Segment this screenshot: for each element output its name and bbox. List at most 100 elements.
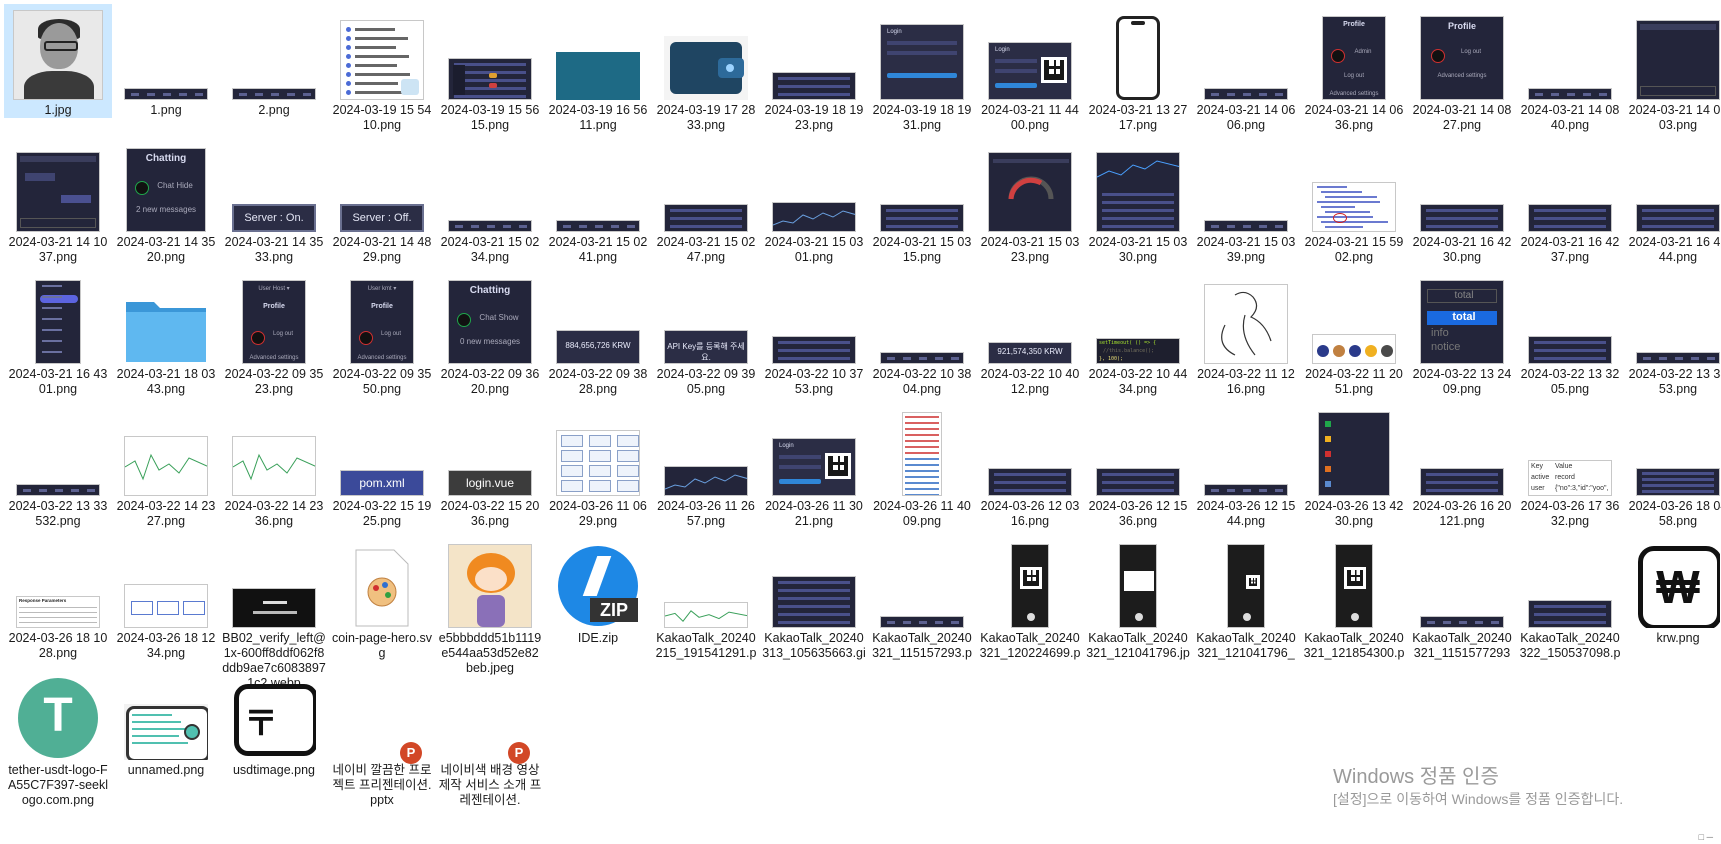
file-item[interactable]: KakaoTalk_20240215_191541291.png (652, 532, 760, 661)
file-item[interactable]: unnamed.png (112, 664, 220, 778)
file-item[interactable]: Server : On. 2024-03-21 14 35 33.png (220, 136, 328, 265)
file-item[interactable]: Response Parameters 2024-03-26 18 10 28.p… (4, 532, 112, 661)
file-item[interactable]: 2024-03-22 11 12 16.png (1192, 268, 1300, 397)
file-item[interactable]: 2024-03-21 15 03 15.png (868, 136, 976, 265)
file-item[interactable]: 2024-03-21 15 02 47.png (652, 136, 760, 265)
file-name-label: 2024-03-21 14 08 27.png (1412, 103, 1512, 132)
file-item[interactable]: 2024-03-26 11 40 09.png (868, 400, 976, 529)
file-item[interactable]: 2024-03-26 18 12 34.png (112, 532, 220, 661)
file-item[interactable]: 2024-03-26 11 06 29.png (544, 400, 652, 529)
file-item[interactable]: P 네이비색 배경 영상제작 서비스 소개 프레젠테이션. (436, 664, 544, 808)
file-item[interactable]: 1.png (112, 4, 220, 118)
file-item[interactable]: 2024-03-22 10 37 53.png (760, 268, 868, 397)
file-item[interactable]: KakaoTalk_20240321_11515772932.png (1408, 532, 1516, 661)
file-item[interactable]: 2024-03-21 15 03 39.png (1192, 136, 1300, 265)
file-item[interactable]: 〒 usdtimage.png (220, 664, 328, 778)
file-item[interactable]: ZIP IDE.zip (544, 532, 652, 646)
file-item[interactable]: 2024-03-21 15 59 02.png (1300, 136, 1408, 265)
file-item[interactable]: 2024-03-26 16 20 121.png (1408, 400, 1516, 529)
file-item[interactable]: P 네이비 깔끔한 프로젝트 프리젠테이션.pptx (328, 664, 436, 808)
file-thumbnail (768, 272, 860, 364)
file-item[interactable]: 2024-03-21 16 43 01.png (4, 268, 112, 397)
file-item[interactable]: 2024-03-21 14 09 03.png (1624, 4, 1721, 133)
file-item[interactable]: 2024-03-22 13 33 532.png (4, 400, 112, 529)
file-name-label: 2024-03-22 09 35 50.png (332, 367, 432, 396)
file-item[interactable]: 2024-03-19 17 28 33.png (652, 4, 760, 133)
file-item[interactable]: 2024-03-21 15 03 01.png (760, 136, 868, 265)
file-item[interactable]: 1.jpg (4, 4, 112, 118)
file-item[interactable]: Login 2024-03-26 11 30 21.png (760, 400, 868, 529)
file-item[interactable]: 2024-03-26 18 04 58.png (1624, 400, 1721, 529)
login-title: Login (887, 29, 902, 35)
file-item[interactable]: 2024-03-21 16 42 30.png (1408, 136, 1516, 265)
file-item[interactable]: 884,656,726 KRW 2024-03-22 09 38 28.png (544, 268, 652, 397)
file-item[interactable]: 2024-03-22 14 23 27.png (112, 400, 220, 529)
file-thumbnail: 〒 (228, 668, 320, 760)
file-item[interactable]: User Host ▾ Profile Log out Advanced settin… (220, 268, 328, 397)
file-item[interactable]: 2024-03-21 14 08 40.png (1516, 4, 1624, 133)
file-name-label: 네이비색 배경 영상제작 서비스 소개 프레젠테이션. (438, 763, 542, 807)
file-thumbnail (768, 536, 860, 628)
view-toggle-icon[interactable]: □ ─ (1699, 832, 1713, 842)
file-item[interactable]: e5bbbddd51b1119e544aa53d52e82beb.jpeg (436, 532, 544, 676)
file-item[interactable]: 2024-03-21 14 06 06.png (1192, 4, 1300, 133)
file-item[interactable]: 2024-03-26 13 42 30.png (1300, 400, 1408, 529)
file-item[interactable]: 2024-03-26 12 15 44.png (1192, 400, 1300, 529)
file-item[interactable]: KakaoTalk_20240321_120224699.png (976, 532, 1084, 661)
file-item[interactable]: Server : Off. 2024-03-21 14 48 29.png (328, 136, 436, 265)
file-item[interactable]: 2024-03-21 15 03 30.png (1084, 136, 1192, 265)
file-item[interactable]: coin-page-hero.svg (328, 532, 436, 661)
file-item[interactable]: total total info notice 2024-03-22 13 24 09.… (1408, 268, 1516, 397)
file-item[interactable]: 2024-03-21 15 02 41.png (544, 136, 652, 265)
file-item[interactable]: KakaoTalk_20240321_115157293.png (868, 532, 976, 661)
file-item[interactable]: User kmt ▾ Profile Log out Advanced setting… (328, 268, 436, 397)
file-item[interactable]: 2.png (220, 4, 328, 118)
file-item[interactable]: 2024-03-19 15 54 10.png (328, 4, 436, 133)
file-item[interactable]: Login 2024-03-21 11 44 00.png (976, 4, 1084, 133)
file-item[interactable]: KakaoTalk_20240322_150537098.png (1516, 532, 1624, 661)
file-item[interactable]: KakaoTalk_20240321_121041796.jpg (1084, 532, 1192, 661)
file-item[interactable]: 2024-03-21 16 42 37.png (1516, 136, 1624, 265)
file-item[interactable]: ₩ krw.png (1624, 532, 1721, 646)
menu-item-1: Chat Show (479, 313, 519, 322)
file-item[interactable]: 2024-03-21 14 10 37.png (4, 136, 112, 265)
file-item[interactable]: 2024-03-22 13 33 53.png (1624, 268, 1721, 397)
file-name-label: 2024-03-21 15 03 15.png (872, 235, 972, 264)
file-item[interactable]: pom.xml 2024-03-22 15 19 25.png (328, 400, 436, 529)
tether-symbol: T (43, 689, 73, 742)
file-item[interactable]: Profile Log out Advanced settings 2024-03-2… (1408, 4, 1516, 133)
file-item[interactable]: 2024-03-22 10 38 04.png (868, 268, 976, 397)
file-item[interactable]: 2024-03-21 18 03 43.png (112, 268, 220, 397)
file-item[interactable]: KakaoTalk_20240313_105635663.gif (760, 532, 868, 661)
file-item[interactable]: setTimeout( () => {//this.balance();}, 1… (1084, 268, 1192, 397)
file-item[interactable]: 2024-03-26 12 03 16.png (976, 400, 1084, 529)
file-thumbnail (120, 8, 212, 100)
file-item[interactable]: 2024-03-22 14 23 36.png (220, 400, 328, 529)
file-name-label: KakaoTalk_20240322_150537098.png (1519, 631, 1621, 660)
file-item[interactable]: 2024-03-26 12 15 36.png (1084, 400, 1192, 529)
file-item[interactable]: Key Value active record user {"no":3,"id":"yo… (1516, 400, 1624, 529)
file-item[interactable]: login.vue 2024-03-22 15 20 36.png (436, 400, 544, 529)
file-item[interactable]: Chatting Chat Show 0 new messages 2024-03-2… (436, 268, 544, 397)
file-item[interactable]: 2024-03-22 13 32 05.png (1516, 268, 1624, 397)
login-title: Login (995, 47, 1010, 53)
file-item[interactable]: Profile Admin Log out Advanced settings 2024… (1300, 4, 1408, 133)
file-item[interactable]: 2024-03-21 15 02 34.png (436, 136, 544, 265)
file-item[interactable]: 2024-03-22 11 20 51.png (1300, 268, 1408, 397)
file-item[interactable]: Chatting Chat Hide 2 new messages 2024-03-2… (112, 136, 220, 265)
file-item[interactable]: 921,574,350 KRW 2024-03-22 10 40 12.png (976, 268, 1084, 397)
file-item[interactable]: 2024-03-26 11 26 57.png (652, 400, 760, 529)
file-item[interactable]: Ttether-usdt-logo-FA55C7F397-seeklogo.co… (4, 664, 112, 808)
file-item[interactable]: 2024-03-21 15 03 23.png (976, 136, 1084, 265)
file-item[interactable]: 2024-03-19 18 19 23.png (760, 4, 868, 133)
file-item[interactable]: Login 2024-03-19 18 19 31.png (868, 4, 976, 133)
file-item[interactable]: KakaoTalk_20240321_121854300.png (1300, 532, 1408, 661)
file-item[interactable]: 2024-03-19 16 56 11.png (544, 4, 652, 133)
file-item[interactable]: 2024-03-21 13 27 17.png (1084, 4, 1192, 133)
file-thumbnail (660, 8, 752, 100)
file-item[interactable]: 2024-03-19 15 56 15.png (436, 4, 544, 133)
file-item[interactable]: KakaoTalk_20240321_121041796_01.jpg (1192, 532, 1300, 661)
file-name-label: 2024-03-22 11 12 16.png (1197, 367, 1295, 396)
file-item[interactable]: 2024-03-21 16 42 44.png (1624, 136, 1721, 265)
file-item[interactable]: API Key를 등록해 주세요. 2024-03-22 09 39 05.png (652, 268, 760, 397)
